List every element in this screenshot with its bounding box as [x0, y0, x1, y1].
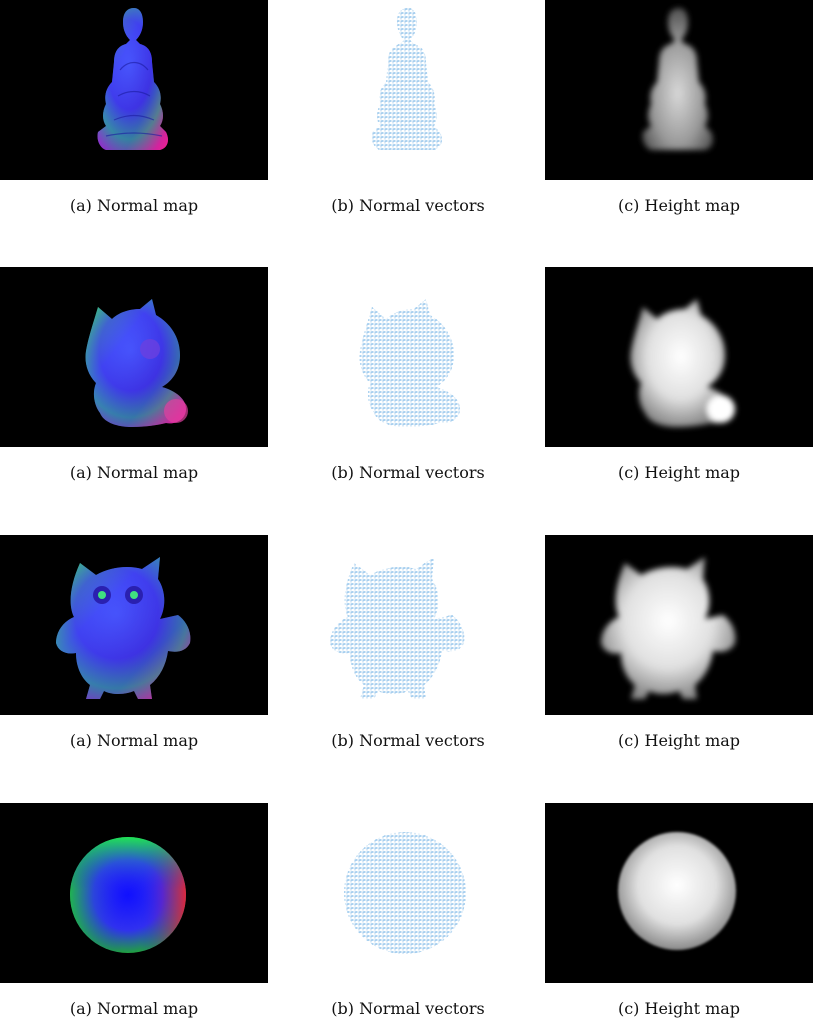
caption-height-map: (c) Height map	[617, 463, 741, 482]
owl-normal-map	[0, 535, 268, 715]
caption-normal-vectors: (b) Normal vectors	[331, 731, 485, 750]
cat-normal-vectors	[274, 267, 542, 447]
caption-height-map: (c) Height map	[617, 999, 741, 1018]
cat-normal-map	[0, 267, 268, 447]
sphere-normal-vectors	[274, 803, 542, 983]
caption-normal-map: (a) Normal map	[69, 731, 199, 750]
caption-height-map: (c) Height map	[617, 196, 741, 215]
owl-normal-vectors	[274, 535, 542, 715]
buddha-normal-map	[0, 0, 268, 180]
caption-height-map: (c) Height map	[617, 731, 741, 750]
caption-normal-vectors: (b) Normal vectors	[331, 999, 485, 1018]
caption-normal-vectors: (b) Normal vectors	[331, 196, 485, 215]
caption-normal-map: (a) Normal map	[69, 196, 199, 215]
caption-normal-map: (a) Normal map	[69, 999, 199, 1018]
cat-height-map	[545, 267, 813, 447]
sphere-height-map	[545, 803, 813, 983]
sphere-normal-map	[0, 803, 268, 983]
buddha-normal-vectors	[274, 0, 542, 180]
caption-normal-map: (a) Normal map	[69, 463, 199, 482]
caption-normal-vectors: (b) Normal vectors	[331, 463, 485, 482]
owl-height-map	[545, 535, 813, 715]
buddha-height-map	[545, 0, 813, 180]
